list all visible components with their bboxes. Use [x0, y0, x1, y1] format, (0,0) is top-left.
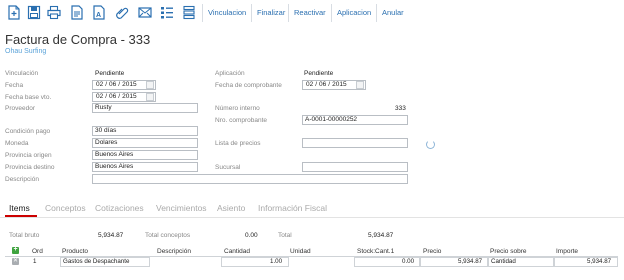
tab-divider [0, 217, 624, 218]
provincia-destino-field[interactable]: Buenos Aires [92, 162, 198, 172]
email-icon[interactable] [138, 5, 152, 20]
cell-cantidad-text: 1.00 [270, 258, 283, 265]
total-bruto-label: Total bruto [9, 232, 40, 239]
cell-precio-sobre-text: Cantidad [491, 258, 516, 265]
fecha-base-vto-field[interactable]: 02/06/2015 [92, 92, 156, 102]
col-precio-sobre[interactable]: Precio sobre [490, 248, 527, 255]
stacked-icon[interactable] [182, 5, 196, 20]
vinculacion-button[interactable]: Vinculacion [208, 8, 246, 17]
total-value: 5,934.87 [368, 232, 394, 239]
col-precio[interactable]: Precio [423, 248, 441, 255]
tab-asiento[interactable]: Asiento [217, 203, 245, 213]
nro-comprobante-label: Nro. comprobante [215, 117, 268, 124]
total-conceptos-label: Total conceptos [145, 232, 191, 239]
vinculacion-label: Vinculación [5, 70, 39, 77]
toolbar-separator [202, 4, 203, 22]
fecha-year: 2015 [122, 81, 137, 88]
col-importe[interactable]: Importe [556, 248, 578, 255]
sucursal-field[interactable] [302, 162, 408, 172]
aplicacion-value: Pendiente [304, 70, 334, 77]
loading-spinner-icon [426, 140, 435, 149]
fecha-base-vto-year: 2015 [122, 93, 137, 100]
page-title: Factura de Compra - 333 [5, 32, 151, 47]
sucursal-label: Sucursal [215, 164, 241, 171]
tab-conceptos[interactable]: Conceptos [45, 203, 86, 213]
tab-bar: Items Conceptos Cotizaciones Vencimiento… [0, 200, 624, 218]
aplicacion-button[interactable]: Aplicacion [337, 8, 371, 17]
finalizar-button[interactable]: Finalizar [257, 8, 285, 17]
tab-items[interactable]: Items [9, 203, 30, 213]
fecha-comprobante-year: 2015 [332, 81, 347, 88]
col-producto[interactable]: Producto [62, 248, 88, 255]
proveedor-field[interactable]: Rusty [92, 103, 198, 113]
col-descripcion[interactable]: Descripción [157, 248, 191, 255]
export-pdf-icon[interactable] [70, 5, 84, 20]
fecha-field[interactable]: 02/06/2015 [92, 80, 156, 90]
aplicacion-label: Aplicación [215, 70, 245, 77]
toolbar-separator [376, 4, 377, 22]
anular-button[interactable]: Anular [382, 8, 404, 17]
col-cantidad[interactable]: Cantidad [224, 248, 250, 255]
calendar-icon[interactable] [146, 93, 154, 101]
tab-vencimientos[interactable]: Vencimientos [156, 203, 207, 213]
moneda-label: Moneda [5, 140, 29, 147]
proveedor-label: Proveedor [5, 105, 35, 112]
col-stock[interactable]: Stock:Cant.1 [357, 248, 394, 255]
descripcion-label: Descripción [5, 176, 39, 183]
cell-importe-text: 5,934.87 [587, 258, 612, 265]
new-document-icon[interactable] [7, 5, 21, 20]
calendar-icon[interactable] [146, 81, 154, 89]
total-bruto-value: 5,934.87 [98, 232, 124, 239]
tab-cotizaciones[interactable]: Cotizaciones [95, 203, 144, 213]
toolbar: A Vinculacion Finalizar Reactivar Aplica… [0, 0, 624, 26]
vinculacion-value: Pendiente [95, 70, 125, 77]
descripcion-field[interactable] [92, 174, 408, 184]
table-row[interactable]: 1 Gastos de Despachante 1.00 0.00 5,934.… [5, 257, 618, 267]
supplier-link[interactable]: Ohau Surfing [5, 48, 46, 55]
condicion-pago-field[interactable]: 30 días [92, 126, 198, 136]
print-icon[interactable] [47, 5, 61, 20]
fecha-comprobante-label: Fecha de comprobante [215, 82, 282, 89]
text-document-icon[interactable]: A [92, 5, 106, 20]
fecha-base-vto-label: Fecha base vto. [5, 94, 52, 101]
cell-ord: 1 [33, 258, 37, 265]
numero-interno-label: Número interno [215, 105, 260, 112]
provincia-destino-label: Provincia destino [5, 164, 55, 171]
fecha-label: Fecha [5, 82, 24, 89]
nro-comprobante-field[interactable]: A-0001-00000252 [302, 115, 408, 125]
cell-producto-text: Gastos de Despachante [63, 258, 130, 265]
toolbar-separator [331, 4, 332, 22]
reactivar-button[interactable]: Reactivar [294, 8, 326, 17]
total-conceptos-value: 0.00 [245, 232, 258, 239]
col-unidad[interactable]: Unidad [290, 248, 311, 255]
toolbar-separator [288, 4, 289, 22]
moneda-field[interactable]: Dolares [92, 138, 198, 148]
provincia-origen-label: Provincia origen [5, 152, 52, 159]
svg-text:A: A [96, 12, 101, 19]
attachment-icon[interactable] [115, 5, 129, 20]
tab-informacion-fiscal[interactable]: Información Fiscal [258, 203, 327, 213]
condicion-pago-label: Condición pago [5, 128, 51, 135]
provincia-origen-field[interactable]: Buenos Aires [92, 150, 198, 160]
numero-interno-value: 333 [395, 105, 406, 112]
lista-precios-label: Lista de precios [215, 140, 261, 147]
cell-precio-text: 5,934.87 [458, 258, 483, 265]
fecha-comprobante-field[interactable]: 02/06/2015 [302, 80, 366, 90]
col-ord[interactable]: Ord [32, 248, 43, 255]
grid-header: Ord Producto Descripción Cantidad Unidad… [5, 246, 618, 257]
cell-stock-text: 0.00 [402, 258, 415, 265]
lista-precios-field[interactable] [302, 138, 408, 148]
total-label: Total [278, 232, 292, 239]
list-icon[interactable] [160, 5, 174, 20]
calendar-icon[interactable] [356, 81, 364, 89]
save-icon[interactable] [27, 5, 41, 20]
toolbar-separator [251, 4, 252, 22]
